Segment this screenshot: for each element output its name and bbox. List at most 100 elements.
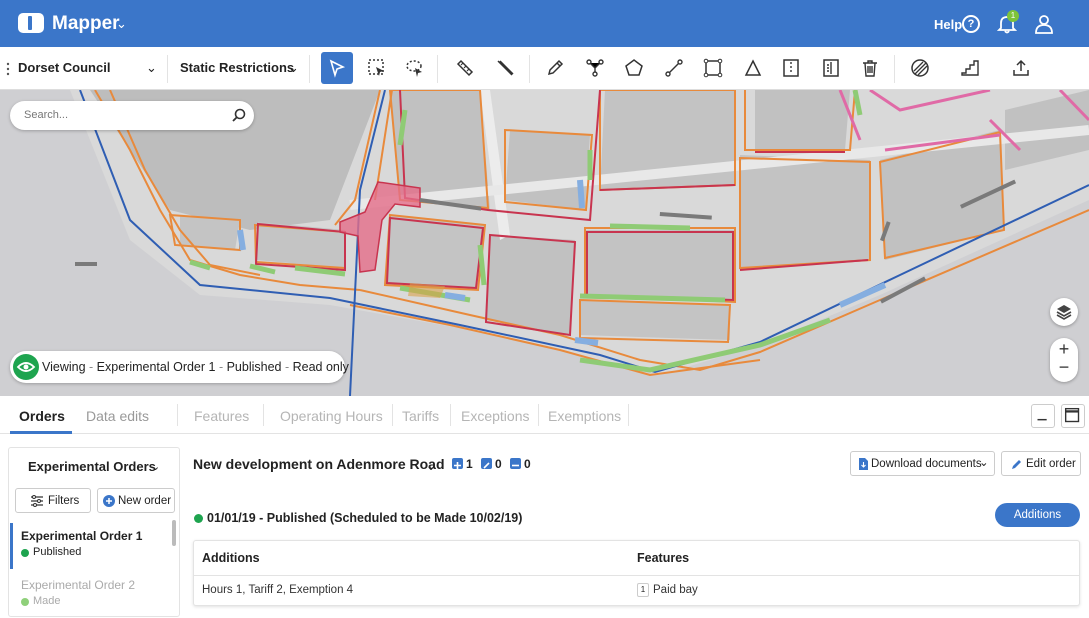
minimize-panel-button[interactable] — [1031, 404, 1055, 428]
draw-tool-button[interactable] — [539, 52, 571, 84]
notification-badge: 1 — [1007, 10, 1019, 22]
tab-exemptions[interactable]: Exemptions — [548, 408, 621, 424]
tab-operating-hours[interactable]: Operating Hours — [280, 408, 383, 424]
app-logo-icon — [18, 13, 44, 33]
box-select-tool-button[interactable] — [361, 52, 393, 84]
order-status: Published — [33, 546, 82, 558]
cursor-icon — [329, 59, 346, 78]
rectangle-icon — [703, 58, 723, 78]
rectangle-tool-button[interactable] — [697, 52, 729, 84]
tab-exceptions[interactable]: Exceptions — [461, 408, 529, 424]
lasso-select-tool-button[interactable] — [399, 52, 431, 84]
split-tool-button[interactable] — [579, 52, 611, 84]
tab-data-edits[interactable]: Data edits — [86, 408, 149, 424]
layers-icon — [1056, 305, 1072, 320]
order-list-item-2[interactable]: Experimental Order 2 Made — [10, 572, 174, 618]
edited-icon — [481, 458, 492, 469]
column-header-additions: Additions — [202, 551, 260, 565]
plus-circle-icon — [103, 495, 115, 507]
split-vertical-tool-button[interactable] — [775, 52, 807, 84]
maximize-panel-button[interactable] — [1061, 404, 1085, 428]
map-search-field[interactable]: Search... — [10, 101, 254, 130]
list-scrollbar[interactable] — [172, 520, 176, 546]
split-horizontal-tool-button[interactable] — [815, 52, 847, 84]
toolbar: Dorset Council ⌄ Static Restrictions ⌄ — [0, 47, 1089, 90]
removed-icon — [510, 458, 521, 469]
drag-handle-icon[interactable] — [6, 62, 10, 76]
triangle-tool-button[interactable] — [737, 52, 769, 84]
additions-table: Additions Features Hours 1, Tariff 2, Ex… — [193, 540, 1080, 606]
council-dropdown[interactable]: Dorset Council — [18, 60, 110, 75]
additions-cell[interactable]: Hours 1, Tariff 2, Exemption 4 — [202, 584, 353, 596]
edit-order-button[interactable]: Edit order — [1001, 451, 1081, 476]
column-header-features: Features — [637, 551, 690, 565]
eye-icon — [13, 354, 39, 380]
layer-chevron-icon[interactable]: ⌄ — [288, 60, 299, 76]
council-chevron-icon[interactable]: ⌄ — [146, 60, 157, 76]
measure-line-icon — [497, 60, 514, 76]
polygon-tool-button[interactable] — [618, 52, 650, 84]
order-title: Experimental Order 2 — [21, 578, 136, 592]
maximize-icon — [1064, 407, 1080, 423]
app-menu-chevron-icon[interactable]: ⌄ — [116, 16, 127, 32]
tab-orders[interactable]: Orders — [19, 408, 65, 424]
additions-button[interactable]: Additions — [995, 503, 1080, 527]
search-icon[interactable] — [232, 108, 246, 122]
published-status-line: 01/01/19 - Published (Scheduled to be Ma… — [207, 511, 523, 525]
order-list-item-1[interactable]: Experimental Order 1 Published — [10, 523, 174, 569]
features-cell[interactable]: Paid bay — [653, 584, 698, 596]
help-icon[interactable]: ? — [962, 15, 980, 33]
overlay-icon — [911, 59, 929, 77]
lasso-select-icon — [406, 60, 422, 77]
delete-tool-button[interactable] — [854, 52, 886, 84]
pencil-icon — [547, 59, 564, 76]
feature-count-chip: 1 — [637, 583, 649, 597]
pencil-icon — [1012, 460, 1021, 469]
order-type-dropdown[interactable]: Experimental Orders — [28, 459, 156, 474]
viewing-status-pill: Viewing - Experimental Order 1 - Publish… — [10, 351, 349, 383]
edited-count: 0 — [495, 457, 502, 471]
viewing-order: Experimental Order 1 — [96, 360, 216, 374]
line-tool-button[interactable] — [658, 52, 690, 84]
line-icon — [665, 59, 683, 77]
published-dot — [194, 514, 203, 523]
zoom-control: + − — [1050, 338, 1078, 382]
measure-tool-button[interactable] — [489, 52, 521, 84]
help-link[interactable]: Help — [934, 17, 962, 32]
active-tab-indicator — [10, 431, 72, 434]
download-documents-button[interactable]: Download documents ⌄ — [850, 451, 995, 476]
stairs-tool-button[interactable] — [954, 52, 986, 84]
box-select-icon — [368, 59, 384, 76]
viewing-status: Published — [226, 360, 282, 374]
search-input[interactable]: Search... — [24, 109, 68, 121]
trash-icon — [863, 60, 877, 77]
document-icon — [859, 458, 868, 470]
overlay-tool-button[interactable] — [904, 52, 936, 84]
ruler-tool-button[interactable] — [449, 52, 481, 84]
upload-tool-button[interactable] — [1005, 52, 1037, 84]
tab-tariffs[interactable]: Tariffs — [402, 408, 439, 424]
order-title: Experimental Order 1 — [21, 529, 143, 543]
user-icon[interactable] — [1034, 14, 1054, 34]
split-horizontal-icon — [823, 59, 839, 77]
app-title[interactable]: Mapper — [52, 13, 120, 35]
tab-features[interactable]: Features — [194, 408, 249, 424]
layer-dropdown[interactable]: Static Restrictions — [180, 60, 294, 75]
stairs-icon — [961, 60, 979, 76]
top-bar: Mapper ⌄ Help ? 1 — [0, 0, 1089, 47]
zoom-out-button[interactable]: − — [1050, 357, 1078, 378]
triangle-icon — [744, 59, 762, 76]
chevron-down-icon[interactable]: ⌄ — [151, 460, 160, 473]
filters-button[interactable]: Filters — [15, 488, 91, 513]
layers-button[interactable] — [1050, 298, 1078, 326]
split-nodes-icon — [586, 59, 604, 77]
upload-icon — [1013, 59, 1029, 76]
polygon-icon — [625, 59, 643, 76]
status-dot — [21, 549, 29, 557]
order-name-dropdown[interactable]: New development on Adenmore Road — [193, 456, 445, 472]
order-status: Made — [33, 595, 61, 607]
select-tool-button[interactable] — [321, 52, 353, 84]
new-order-button[interactable]: New order — [97, 488, 175, 513]
added-icon — [452, 458, 463, 469]
order-chevron-icon[interactable]: ⌄ — [426, 459, 436, 473]
